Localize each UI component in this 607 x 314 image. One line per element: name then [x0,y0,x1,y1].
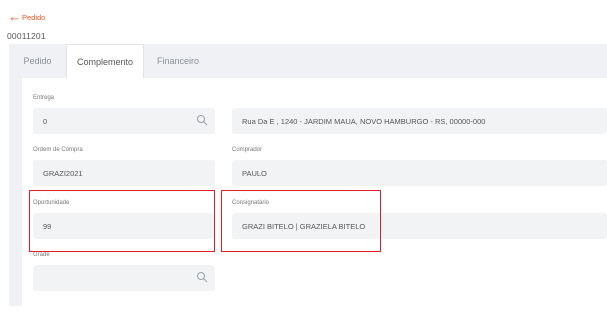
content-area: Pedido Complemento Financeiro Entrega 0 … [9,44,607,306]
arrow-left-icon[interactable]: ← [8,10,21,23]
address-field[interactable]: Rua Da E , 1240 - JARDIM MAUA, NOVO HAMB… [232,108,607,134]
address-value: Rua Da E , 1240 - JARDIM MAUA, NOVO HAMB… [242,116,486,126]
page-header: ← Pedido 00011201 [0,0,607,44]
highlight-box-oportunidade [29,190,215,252]
comprador-value: PAULO [242,168,267,178]
search-icon[interactable] [196,271,208,283]
order-number: 00011201 [7,31,46,41]
highlight-box-consignatario [221,190,381,252]
tab-complemento[interactable]: Complemento [66,44,144,78]
ordem-compra-value: GRAZI2021 [43,168,83,178]
comprador-label: Comprador [232,147,263,153]
tab-pedido[interactable]: Pedido [9,44,66,78]
grade-field[interactable] [33,265,215,291]
entrega-value: 0 [43,116,48,126]
ordem-compra-label: Ordem de Compra [33,147,83,153]
grade-label: Grade [33,252,50,258]
comprador-field[interactable]: PAULO [232,160,607,186]
entrega-label: Entrega [33,95,55,101]
search-icon[interactable] [196,114,208,126]
ordem-compra-field[interactable]: GRAZI2021 [33,160,215,186]
tab-financeiro[interactable]: Financeiro [144,44,212,78]
back-link[interactable]: Pedido [22,13,45,22]
entrega-field[interactable]: 0 [33,108,215,134]
